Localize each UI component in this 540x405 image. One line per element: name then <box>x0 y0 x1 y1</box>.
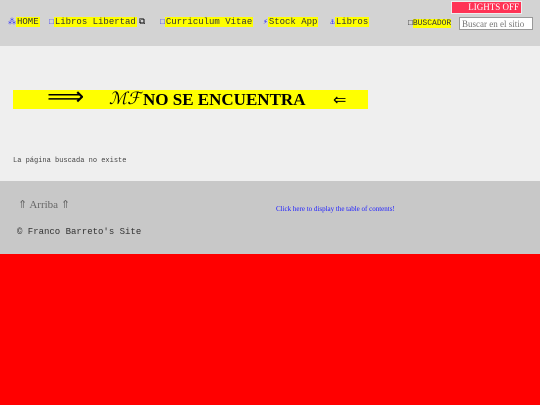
nav-stock-app-label: Stock App <box>267 17 319 27</box>
nav-curriculum-label: Curriculum Vitae <box>164 17 254 27</box>
back-to-top-link[interactable]: ⇑ Arriba ⇑ <box>18 198 70 211</box>
nav-libros-link[interactable]: ⚓Libros <box>330 16 370 28</box>
nav-libros-libertad-link[interactable]: □Libros Libertad ⧉ <box>49 16 145 28</box>
home-icon: ⁂ <box>8 18 16 27</box>
not-found-message: La página buscada no existe <box>13 157 127 165</box>
arrow-right-icon: ⟹ <box>47 82 85 112</box>
copyright-text: © Franco Barreto's Site <box>17 227 142 237</box>
external-window-icon: ⧉ <box>138 17 146 27</box>
footer: ⇑ Arriba ⇑ Click here to display the tab… <box>0 181 540 254</box>
not-found-banner: ⟹ ℳℱ NO SE ENCUENTRA ⇐ <box>13 84 368 110</box>
nav-curriculum-link[interactable]: □Curriculum Vitae <box>160 16 254 28</box>
search-input[interactable] <box>459 17 533 30</box>
arrow-left-icon: ⇐ <box>333 90 347 109</box>
nav-home-label: HOME <box>16 17 40 27</box>
top-navigation-bar: ⁂HOME □Libros Libertad ⧉ □Curriculum Vita… <box>0 0 540 46</box>
main-content: ⟹ ℳℱ NO SE ENCUENTRA ⇐ La página buscada… <box>0 46 540 181</box>
table-of-contents-link[interactable]: Click here to display the table of conte… <box>276 205 395 213</box>
buscador-text: BUSCADOR <box>412 19 452 28</box>
lights-off-button[interactable]: LIGHTS OFF <box>451 1 522 14</box>
buscador-label: □BUSCADOR <box>408 18 452 30</box>
nav-home-link[interactable]: ⁂HOME <box>8 16 40 28</box>
page-title: NO SE ENCUENTRA <box>143 90 306 109</box>
nav-libros-label: Libros <box>334 17 370 27</box>
nav-stock-app-link[interactable]: ⚡Stock App <box>263 16 319 28</box>
nav-libros-libertad-label: Libros Libertad <box>53 17 137 27</box>
lights-off-label: LIGHTS OFF <box>468 2 519 12</box>
site-logo-glyph: ℳℱ <box>109 89 141 109</box>
